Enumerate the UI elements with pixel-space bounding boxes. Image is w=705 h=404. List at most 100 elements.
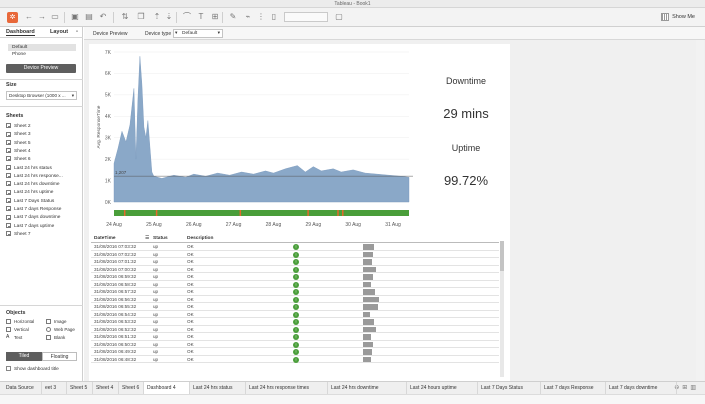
tab-dashboard[interactable]: Dashboard: [6, 29, 35, 36]
cell-description: OK: [187, 319, 194, 324]
table-row[interactable]: 31/08/2016 07:01:32 up OK ↑: [91, 258, 499, 266]
fit-dropdown[interactable]: [284, 12, 328, 22]
sheet-item[interactable]: Sheet 2: [6, 123, 31, 131]
cell-datetime: 31/08/2016 07:00:32: [94, 266, 137, 272]
table-row[interactable]: 31/08/2016 06:53:32 up OK ↑: [91, 318, 499, 326]
cell-datetime: 31/08/2016 06:50:32: [94, 341, 137, 347]
cell-datetime: 31/08/2016 06:59:32: [94, 274, 137, 279]
header-description[interactable]: Description: [187, 236, 213, 241]
cell-datetime: 31/08/2016 06:53:32: [94, 319, 137, 324]
table-row[interactable]: 31/08/2016 06:56:32 up OK ↑: [91, 296, 499, 303]
forward-icon[interactable]: →: [37, 12, 47, 22]
header-datetime[interactable]: DateTime: [94, 236, 116, 241]
header-status[interactable]: Status: [153, 236, 168, 241]
table-row[interactable]: 31/08/2016 06:54:32 up OK ↑: [91, 311, 499, 318]
table-row[interactable]: 31/08/2016 07:03:32 up OK ↑: [91, 243, 499, 251]
show-cards-icon[interactable]: ▢: [334, 12, 344, 22]
response-time-bar: [363, 296, 379, 302]
table-row[interactable]: 31/08/2016 06:59:32 up OK ↑: [91, 273, 499, 281]
sort-icon[interactable]: ☰: [145, 236, 149, 241]
table-row[interactable]: 31/08/2016 06:48:32 up OK ↑: [91, 356, 499, 363]
sheet-item[interactable]: Last 7 days uptime: [6, 222, 54, 231]
worksheet-icon: [6, 173, 11, 179]
sheet-item[interactable]: Sheet 3: [6, 131, 31, 139]
presentation-icon[interactable]: ▯: [269, 12, 279, 22]
show-title-checkbox[interactable]: Show dashboard title: [6, 366, 59, 373]
sheet-item[interactable]: Last 24 hrs response...: [6, 173, 63, 181]
sheet-item[interactable]: Sheet 4: [6, 148, 31, 156]
image-icon: [46, 319, 51, 325]
annotate-icon[interactable]: ⌁: [243, 12, 253, 22]
tiled-button[interactable]: Tiled: [6, 352, 42, 361]
x-tick-label: 29 Aug: [306, 222, 322, 228]
scroll-thumb[interactable]: [500, 241, 504, 271]
back-icon[interactable]: ←: [24, 12, 34, 22]
new-data-source-icon[interactable]: ▣: [70, 12, 80, 22]
device-type-dropdown[interactable]: ▾ Default ▾: [173, 29, 223, 38]
table-row[interactable]: 31/08/2016 06:57:32 up OK ↑: [91, 288, 499, 296]
sheet-item[interactable]: Sheet 7: [6, 231, 31, 239]
sheet-item[interactable]: Last 24 hrs uptime: [6, 189, 53, 197]
table-row[interactable]: 31/08/2016 06:50:32 up OK ↑: [91, 341, 499, 348]
response-time-bar: [363, 349, 372, 355]
response-time-chart[interactable]: 0K 1K 2K 3K 4K 5K 6K 7K Avg. ResponseTime 1,207 24…: [89, 44, 419, 230]
group-icon[interactable]: ⌒: [182, 12, 192, 22]
label-icon[interactable]: T: [196, 12, 206, 22]
size-dropdown[interactable]: Desktop Browser (1000 x ... ▾: [6, 91, 77, 100]
object-horizontal[interactable]: Horizontal: [6, 318, 34, 326]
sheet-item[interactable]: Last 7 days downtime: [6, 214, 60, 222]
sheet-tabs-bar: ⊕⊞▥ Data Source eet 3 Sheet 5 Sheet 4 Sheet …: [0, 381, 705, 395]
cell-status: up: [153, 251, 159, 257]
device-preview-button[interactable]: Device Preview: [6, 64, 76, 73]
tableau-logo-icon[interactable]: ✲: [7, 12, 18, 23]
cell-datetime: 31/08/2016 06:51:32: [94, 334, 137, 339]
y-tick-label: 3K: [105, 136, 112, 142]
sheet-item[interactable]: Last 24 hrs downtime: [6, 181, 60, 189]
sheet-item[interactable]: Last 7 Days Status: [6, 197, 54, 206]
sheet-item[interactable]: Sheet 6: [6, 156, 31, 164]
device-item-default[interactable]: Default: [8, 44, 76, 51]
table-row[interactable]: 31/08/2016 06:52:32 up OK ↑: [91, 326, 499, 333]
device-item-phone[interactable]: Phone: [8, 51, 76, 58]
swap-icon[interactable]: ⇅: [120, 12, 130, 22]
sheet-item[interactable]: Last 7 days Response: [6, 206, 61, 214]
table-row[interactable]: 31/08/2016 06:55:32 up OK ↑: [91, 303, 499, 311]
cell-status: up: [153, 296, 159, 302]
sort-descending-icon[interactable]: ⇣: [164, 12, 174, 22]
save-icon[interactable]: ▭: [50, 12, 60, 22]
show-me-button[interactable]: Show Me: [661, 12, 695, 23]
object-image[interactable]: Image: [46, 318, 67, 326]
highlight-icon[interactable]: ✎: [228, 12, 238, 22]
globe-icon: [46, 327, 51, 333]
fix-axes-icon[interactable]: ⊞: [210, 12, 220, 22]
tab-layout[interactable]: Layout: [50, 29, 68, 35]
table-scrollbar[interactable]: [500, 241, 504, 377]
status-up-icon: ↑: [293, 289, 299, 295]
new-worksheet-icon[interactable]: ▤: [84, 12, 94, 22]
sort-ascending-icon[interactable]: ⇡: [152, 12, 162, 22]
new-story-icon[interactable]: ▥: [690, 385, 699, 391]
uptime-label: Uptime: [451, 143, 481, 153]
undo-icon[interactable]: ↶: [98, 12, 108, 22]
panel-menu-icon[interactable]: ▫: [76, 29, 78, 35]
object-text[interactable]: A Text: [6, 334, 22, 342]
sheet-item[interactable]: Last 24 hrs status: [6, 164, 52, 173]
table-row[interactable]: 31/08/2016 06:49:32 up OK ↑: [91, 348, 499, 356]
canvas-scrollbar[interactable]: [696, 40, 704, 381]
table-row[interactable]: 31/08/2016 06:51:32 up OK ↑: [91, 333, 499, 341]
format-icon[interactable]: ⋮: [256, 12, 266, 22]
object-blank[interactable]: Blank: [46, 334, 65, 342]
sheet-item[interactable]: Sheet 5: [6, 139, 31, 148]
object-web-page[interactable]: Web Page: [46, 326, 75, 334]
worksheet-icon: [6, 131, 11, 137]
table-row[interactable]: 31/08/2016 07:00:32 up OK ↑: [91, 266, 499, 273]
object-vertical[interactable]: Vertical: [6, 326, 29, 334]
table-row[interactable]: 31/08/2016 07:02:32 up OK ↑: [91, 251, 499, 258]
floating-button[interactable]: Floating: [42, 352, 77, 361]
cell-description: OK: [187, 274, 194, 279]
table-row[interactable]: 31/08/2016 06:58:32 up OK ↑: [91, 281, 499, 288]
failure-mark: [123, 210, 126, 216]
duplicate-icon[interactable]: ❐: [136, 12, 146, 22]
cell-datetime: 31/08/2016 06:52:32: [94, 326, 137, 332]
cell-description: OK: [187, 304, 194, 309]
